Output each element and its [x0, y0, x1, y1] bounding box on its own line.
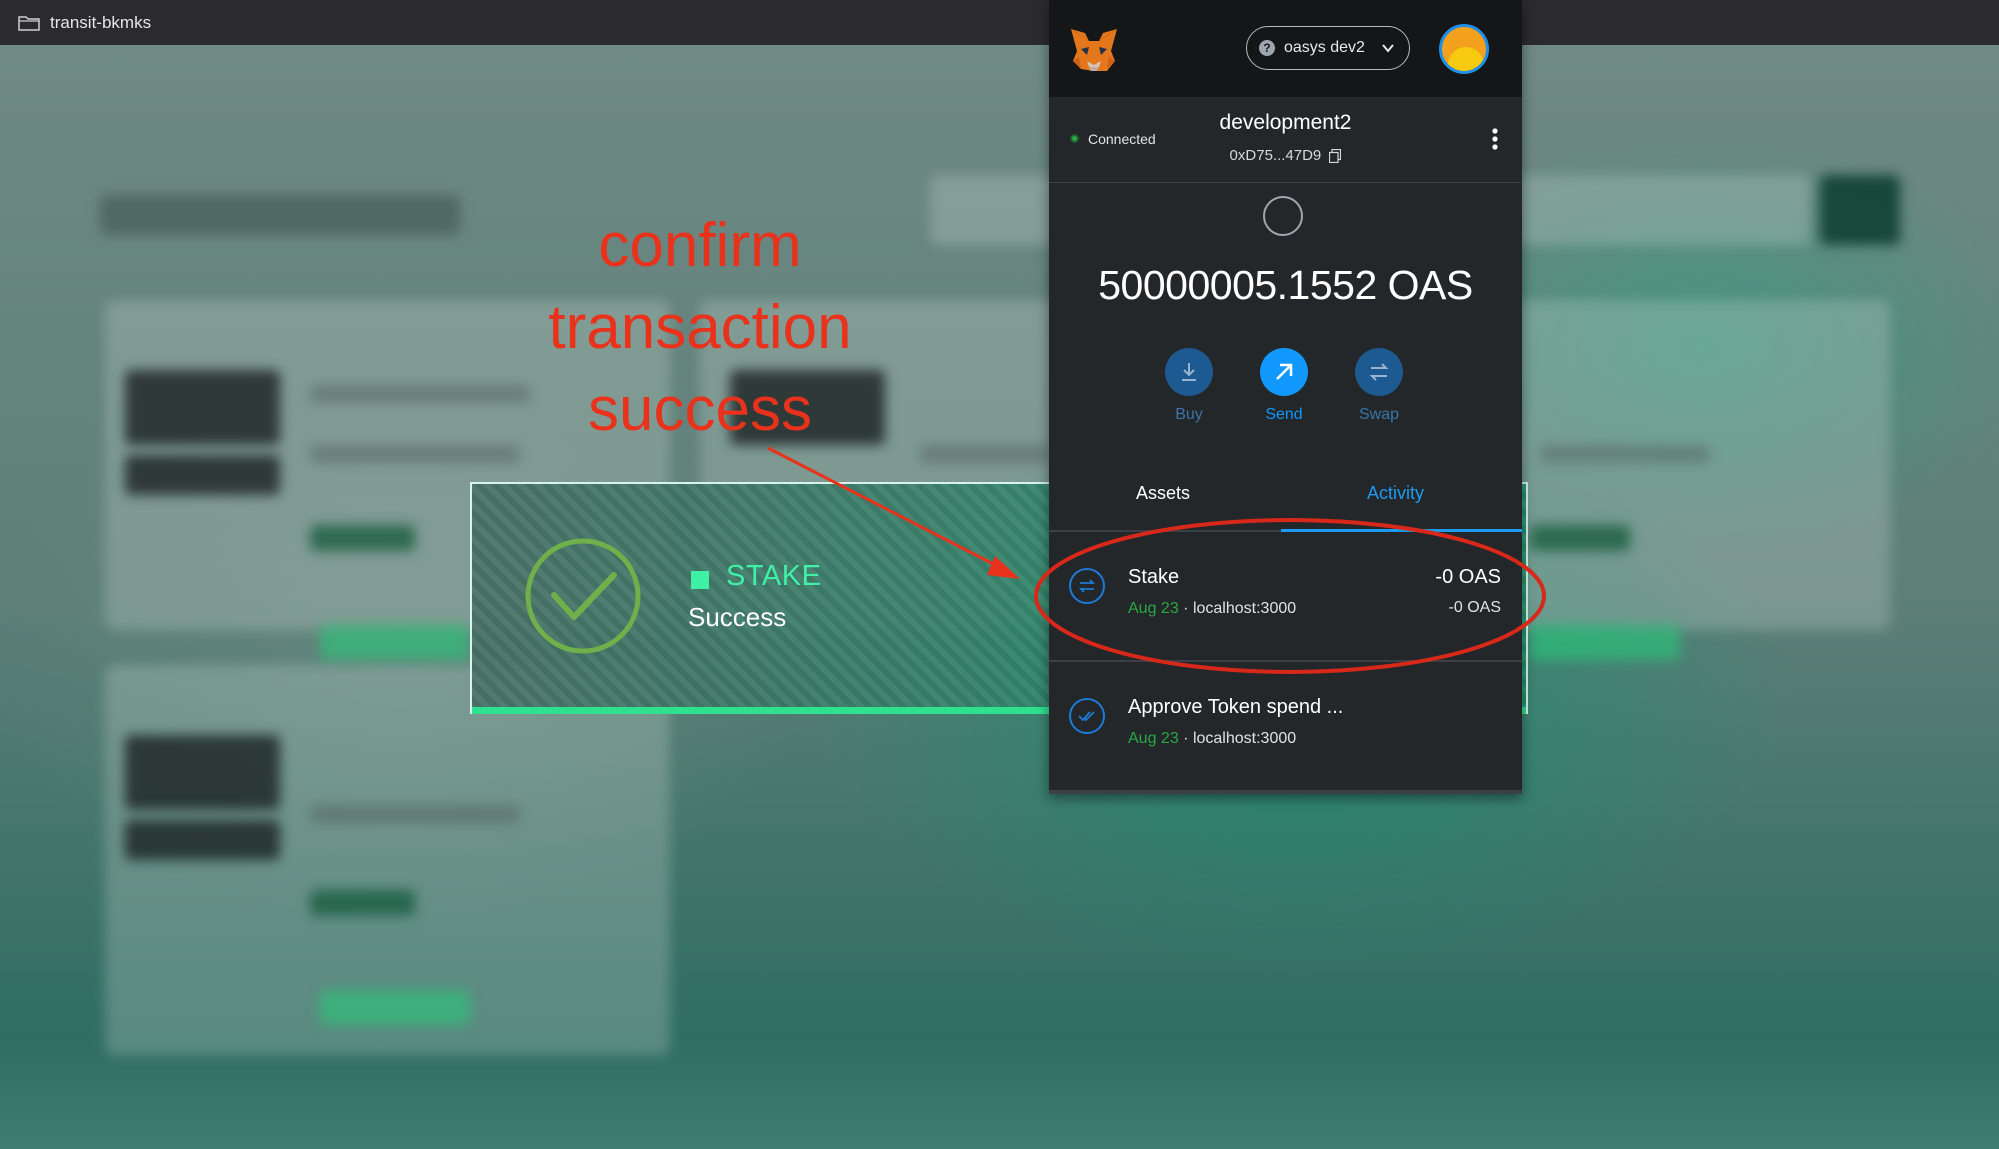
copy-icon[interactable]: [1329, 149, 1342, 164]
buy-button[interactable]: Buy: [1159, 348, 1219, 424]
toast-status-square: [691, 571, 709, 589]
metamask-popup: ? oasys dev2 Connected development2 0xD7…: [1049, 0, 1522, 794]
account-bar: Connected development2 0xD75...47D9: [1049, 97, 1522, 183]
bg-image-placeholder: [125, 735, 280, 810]
bg-text-placeholder: [310, 805, 520, 823]
annotation-text: confirm transaction success: [520, 205, 880, 451]
tx-title: Stake: [1128, 566, 1180, 588]
tab-activity[interactable]: Activity: [1367, 483, 1424, 504]
send-label: Send: [1265, 406, 1303, 423]
annotation-line: confirm: [598, 211, 802, 280]
bg-badge-placeholder: [310, 890, 415, 916]
tx-amount: -0 OAS: [1435, 566, 1501, 588]
send-circle: [1260, 348, 1308, 396]
tx-icon-circle: [1069, 568, 1105, 604]
bg-button-placeholder: [1530, 625, 1680, 660]
folder-icon: [18, 15, 40, 31]
download-icon: [1182, 363, 1196, 381]
account-avatar[interactable]: [1439, 24, 1489, 74]
check-circle-icon: [525, 538, 641, 654]
bg-badge-placeholder: [1530, 525, 1630, 551]
swap-icon: [1078, 579, 1096, 593]
tx-icon-circle: [1069, 698, 1105, 734]
annotation-line: success: [588, 375, 812, 444]
toast-type-label: STAKE: [726, 560, 822, 592]
send-button[interactable]: Send: [1254, 348, 1314, 424]
tx-meta: Aug 23 · localhost:3000: [1128, 600, 1296, 618]
window-title-bar: transit-bkmks: [0, 0, 1999, 45]
account-name[interactable]: development2: [1049, 111, 1522, 135]
bg-image-placeholder: [125, 820, 280, 860]
tx-date: Aug 23: [1128, 730, 1179, 747]
bg-image-placeholder: [125, 455, 280, 495]
network-name: oasys dev2: [1284, 39, 1365, 56]
tx-amount-secondary: -0 OAS: [1448, 599, 1501, 616]
tx-separator: ·: [1183, 600, 1193, 617]
tx-title: Approve Token spend ...: [1128, 696, 1344, 718]
bg-button-placeholder: [320, 625, 470, 660]
annotation-line: transaction: [548, 293, 852, 362]
network-selector[interactable]: ? oasys dev2: [1246, 26, 1410, 70]
token-icon: [1263, 196, 1303, 236]
activity-item-approve[interactable]: Approve Token spend ... Aug 23 · localho…: [1049, 662, 1522, 794]
metamask-fox-icon[interactable]: [1069, 27, 1119, 73]
balance-amount: 50000005.1552 OAS: [1098, 262, 1473, 308]
tx-date: Aug 23: [1128, 600, 1179, 617]
chevron-down-icon: [1382, 44, 1394, 53]
connected-status-dot: [1070, 134, 1079, 143]
swap-label: Swap: [1358, 406, 1400, 423]
double-check-icon: [1078, 711, 1095, 722]
toast-message: Success: [688, 602, 787, 632]
window-title: transit-bkmks: [50, 12, 152, 32]
bg-badge-placeholder: [310, 525, 415, 551]
bg-heading-placeholder: [100, 195, 460, 235]
network-icon: ?: [1259, 40, 1275, 56]
account-address-row[interactable]: 0xD75...47D9: [1049, 147, 1522, 164]
swap-circle: [1355, 348, 1403, 396]
bg-image-placeholder: [125, 370, 280, 445]
wallet-tabs: Assets Activity: [1049, 472, 1522, 532]
tx-meta: Aug 23 · localhost:3000: [1128, 730, 1296, 748]
bg-search-button-placeholder: [1820, 175, 1900, 245]
bg-button-placeholder: [320, 990, 470, 1025]
bg-text-placeholder: [310, 385, 530, 403]
buy-label: Buy: [1175, 406, 1203, 423]
buy-circle: [1165, 348, 1213, 396]
tab-assets[interactable]: Assets: [1136, 483, 1190, 504]
bg-text-placeholder: [1540, 445, 1710, 463]
kebab-menu-icon[interactable]: [1492, 127, 1498, 151]
tx-origin: localhost:3000: [1192, 600, 1297, 617]
swap-icon: [1369, 363, 1389, 381]
tx-separator: ·: [1183, 730, 1193, 747]
activity-item-stake[interactable]: Stake Aug 23 · localhost:3000 -0 OAS -0 …: [1049, 532, 1522, 662]
tx-origin: localhost:3000: [1192, 730, 1297, 747]
bg-text-placeholder: [310, 445, 520, 463]
metamask-header: ? oasys dev2: [1049, 0, 1522, 97]
swap-button[interactable]: Swap: [1349, 348, 1409, 424]
bg-text-placeholder: [920, 445, 1050, 463]
avatar-shape: [1448, 47, 1484, 71]
arrow-up-right-icon: [1276, 363, 1293, 380]
account-address: 0xD75...47D9: [1229, 147, 1322, 164]
